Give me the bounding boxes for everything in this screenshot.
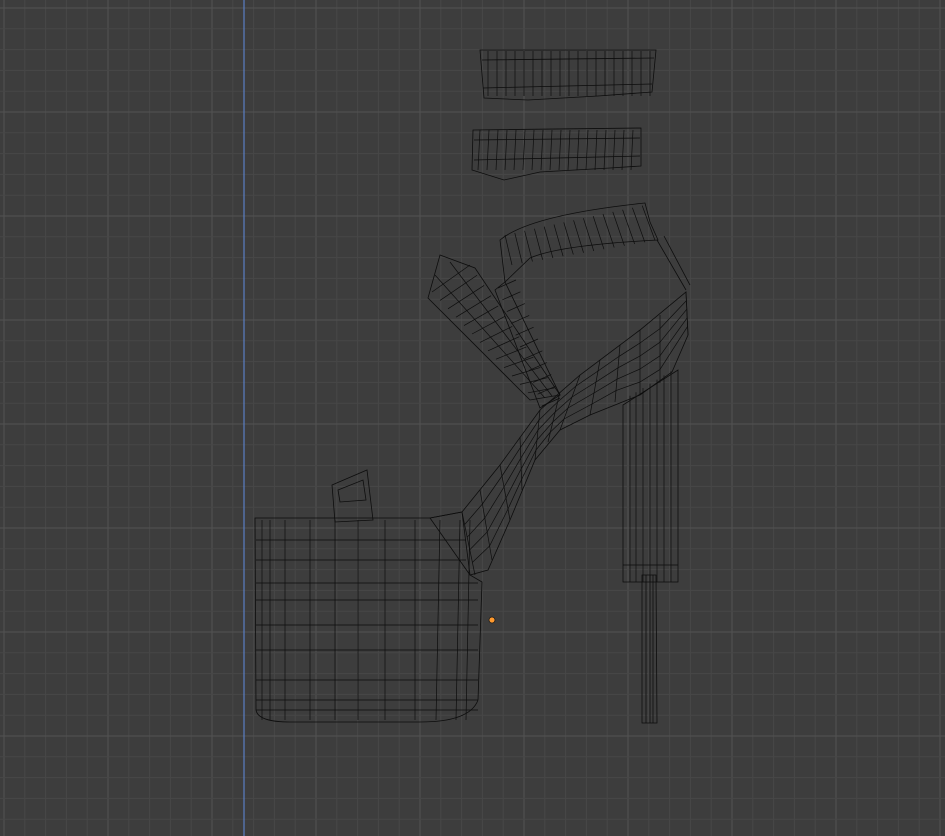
wire-edge: [471, 315, 506, 335]
wire-edge: [514, 232, 523, 264]
wire-edge: [469, 531, 488, 551]
wire-edge: [495, 129, 499, 171]
wire-edge: [531, 129, 535, 171]
wire-edge: [621, 129, 625, 171]
wire-edge: [603, 129, 607, 171]
wire-edge: [538, 401, 558, 421]
wire-edge: [434, 274, 546, 399]
wire-edge: [447, 285, 485, 310]
wire-edge: [612, 129, 616, 171]
wire-edge: [455, 519, 461, 721]
wire-edge: [435, 519, 441, 721]
wire-edge: [575, 370, 599, 387]
wire-edge: [537, 411, 556, 431]
wire-edge: [524, 230, 533, 262]
wire-edge: [486, 129, 490, 171]
wire-edge: [571, 381, 597, 398]
viewport-canvas[interactable]: [0, 0, 945, 836]
3d-viewport[interactable]: [0, 0, 945, 836]
toe-loop[interactable]: [331, 469, 374, 523]
wire-edge: [449, 261, 553, 397]
wire-edge: [659, 326, 688, 370]
wire-edge: [639, 355, 661, 370]
wire-edge: [576, 129, 580, 171]
wire-edge: [567, 392, 595, 409]
wire-edge: [591, 390, 617, 405]
wire-edge: [507, 479, 522, 510]
wire-edge: [553, 224, 564, 257]
viewport-grid: [0, 0, 945, 836]
wire-edge: [503, 458, 522, 488]
wire-edge: [519, 338, 539, 348]
wire-edge: [589, 359, 601, 416]
wire-edge: [505, 468, 522, 499]
wire-edge: [515, 326, 534, 336]
wire-edge: [479, 326, 513, 343]
ankle-strap-top[interactable]: [479, 49, 657, 101]
wire-edge: [567, 129, 571, 171]
wire-edge: [540, 129, 544, 171]
wire-edge: [482, 475, 503, 505]
wire-edge: [511, 315, 530, 324]
wire-edge: [549, 129, 553, 171]
wire-edge: [630, 129, 634, 171]
wire-edge: [563, 403, 593, 420]
toe-strap[interactable]: [427, 254, 561, 401]
wire-edge: [612, 211, 625, 246]
wire-edge: [502, 291, 521, 301]
wire-edge: [614, 344, 621, 403]
origin-dot-icon[interactable]: [488, 616, 496, 624]
heel-tip[interactable]: [641, 574, 658, 724]
wire-edge: [504, 234, 513, 266]
wire-edge: [527, 387, 555, 394]
wire-edge: [602, 213, 615, 248]
wire-edge: [618, 342, 641, 357]
wire-edge: [558, 129, 562, 171]
wire-edge: [622, 209, 635, 245]
shoe-wireframe-model[interactable]: [254, 49, 691, 724]
wire-edge: [484, 486, 505, 519]
wire-edge: [639, 341, 661, 357]
wire-edge: [594, 129, 598, 171]
wire-edge: [477, 129, 481, 171]
wire-edge: [534, 409, 541, 461]
wire-edge: [439, 274, 478, 301]
wire-edge: [501, 447, 521, 477]
wire-edge: [513, 129, 517, 171]
wire-edge: [504, 129, 508, 171]
